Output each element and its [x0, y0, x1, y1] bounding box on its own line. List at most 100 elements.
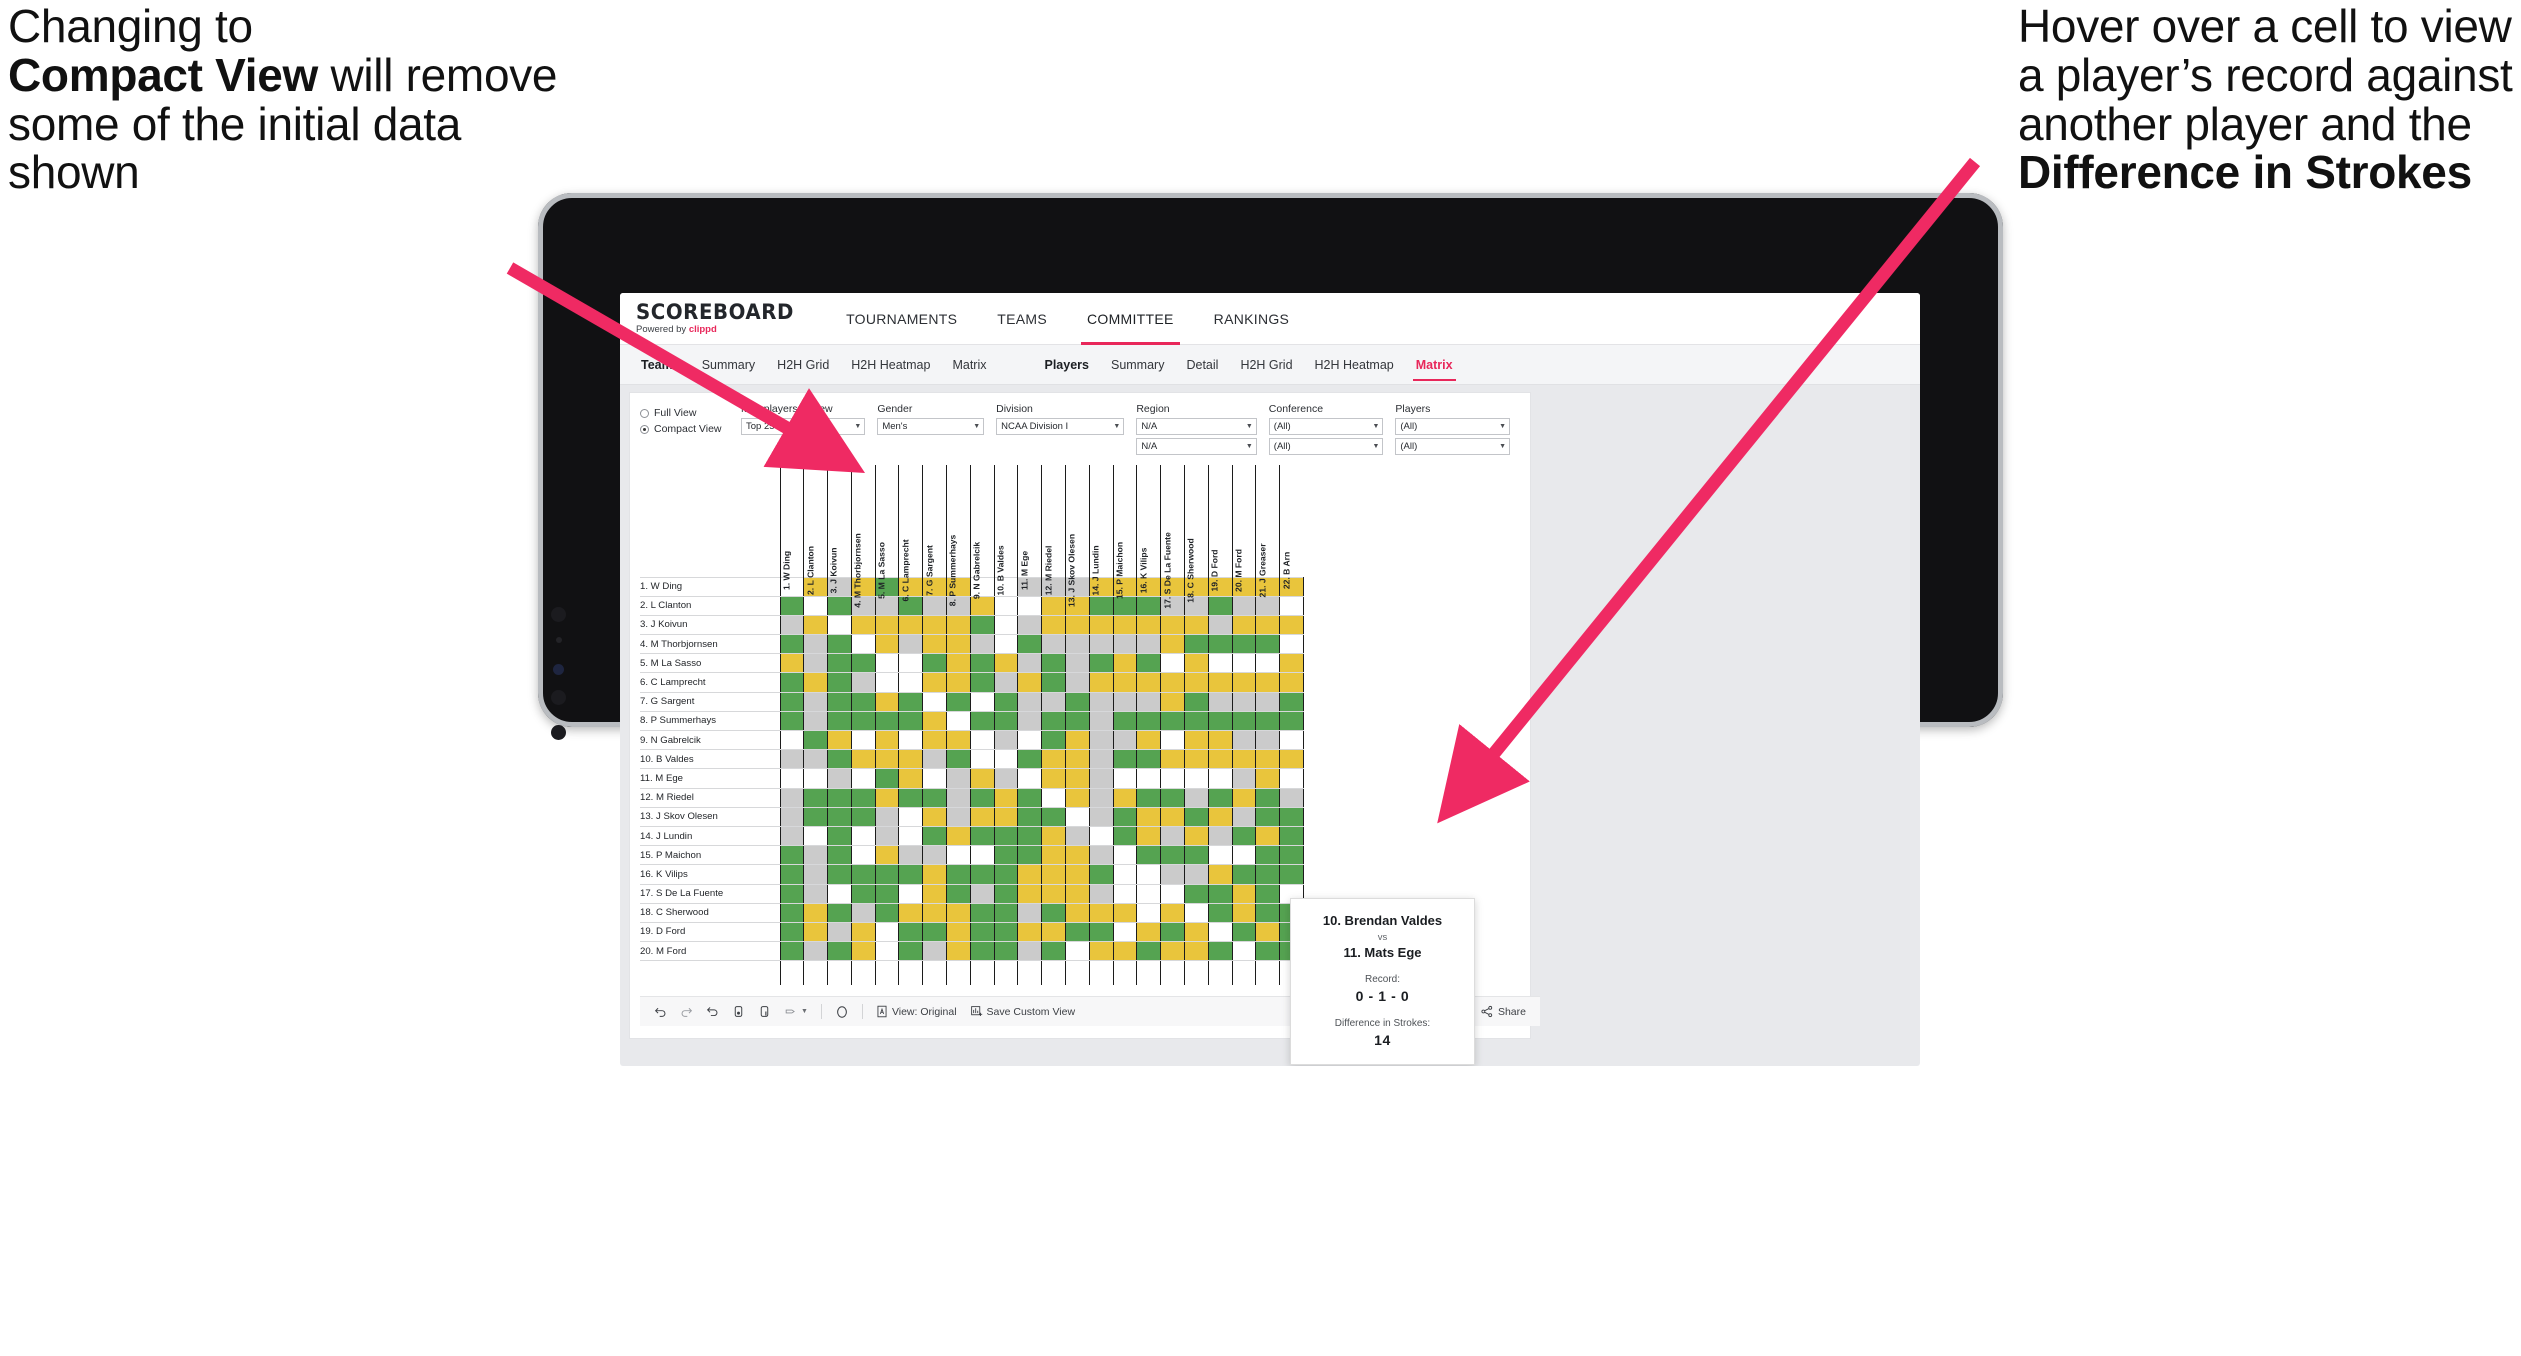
matrix-cell[interactable]: [1255, 653, 1280, 674]
matrix-cell[interactable]: [1184, 653, 1209, 674]
filter-region-select-2[interactable]: N/A ▼: [1136, 438, 1257, 455]
matrix-cell[interactable]: [874, 691, 899, 712]
matrix-cell[interactable]: [779, 729, 804, 751]
matrix-cell[interactable]: [1088, 902, 1114, 923]
matrix-cell[interactable]: [1041, 691, 1066, 712]
matrix-cell[interactable]: [1207, 768, 1233, 789]
matrix-cell[interactable]: [1136, 864, 1161, 885]
matrix-cell[interactable]: [969, 902, 995, 923]
matrix-cell[interactable]: [1160, 883, 1185, 904]
matrix-cell[interactable]: [993, 825, 1018, 847]
matrix-row-label[interactable]: 10. B Valdes: [640, 749, 780, 770]
subnav-players-detail[interactable]: Detail: [1175, 351, 1229, 379]
matrix-cell[interactable]: [1112, 845, 1137, 866]
matrix-cell[interactable]: [1255, 614, 1280, 636]
matrix-cell[interactable]: [803, 710, 828, 732]
matrix-cell[interactable]: [922, 634, 947, 655]
matrix-cell[interactable]: [1088, 710, 1114, 732]
matrix-row-label[interactable]: 12. M Riedel: [640, 787, 780, 808]
matrix-cell[interactable]: [993, 787, 1018, 808]
matrix-col-header[interactable]: 2. L Clanton: [803, 465, 828, 595]
matrix-cell[interactable]: [1065, 749, 1090, 770]
matrix-cell[interactable]: [1017, 749, 1042, 770]
matrix-cell[interactable]: [1184, 864, 1209, 885]
matrix-cell[interactable]: [803, 653, 828, 674]
matrix-cell[interactable]: [827, 672, 852, 693]
matrix-cell[interactable]: [1017, 691, 1042, 712]
matrix-cell[interactable]: [946, 710, 971, 732]
matrix-cell[interactable]: [1017, 634, 1042, 655]
matrix-cell[interactable]: [898, 921, 923, 943]
matrix-cell[interactable]: [827, 614, 852, 636]
matrix-cell[interactable]: [898, 768, 923, 789]
matrix-cell[interactable]: [850, 768, 876, 789]
filter-region-select[interactable]: N/A ▼: [1136, 418, 1257, 435]
subnav-teams-h2h-heatmap[interactable]: H2H Heatmap: [840, 351, 941, 379]
matrix-cell[interactable]: [1184, 806, 1209, 827]
matrix-cell[interactable]: [827, 825, 852, 847]
matrix-cell[interactable]: [827, 902, 852, 923]
matrix-cell[interactable]: [922, 806, 947, 827]
matrix-cell[interactable]: [1017, 864, 1042, 885]
matrix-cell[interactable]: [1041, 902, 1066, 923]
matrix-cell[interactable]: [827, 729, 852, 751]
matrix-cell[interactable]: [1112, 883, 1137, 904]
matrix-cell[interactable]: [1279, 614, 1305, 636]
matrix-cell[interactable]: [1231, 825, 1256, 847]
matrix-cell[interactable]: [1184, 921, 1209, 943]
matrix-cell[interactable]: [1207, 729, 1233, 751]
matrix-cell[interactable]: [946, 883, 971, 904]
matrix-cell[interactable]: [1017, 614, 1042, 636]
matrix-cell[interactable]: [1017, 729, 1042, 751]
matrix-cell[interactable]: [946, 845, 971, 866]
matrix-cell[interactable]: [1017, 768, 1042, 789]
matrix-cell[interactable]: [1112, 614, 1137, 636]
matrix-cell[interactable]: [1255, 845, 1280, 866]
matrix-cell[interactable]: [1017, 941, 1042, 962]
matrix-cell[interactable]: [779, 921, 804, 943]
undo-button[interactable]: [654, 1005, 667, 1018]
matrix-cell[interactable]: [969, 653, 995, 674]
matrix-cell[interactable]: [1207, 941, 1233, 962]
matrix-cell[interactable]: [993, 595, 1018, 616]
matrix-cell[interactable]: [1279, 729, 1305, 751]
matrix-cell[interactable]: [1184, 883, 1209, 904]
matrix-cell[interactable]: [993, 614, 1018, 636]
matrix-cell[interactable]: [827, 710, 852, 732]
matrix-cell[interactable]: [874, 710, 899, 732]
matrix-cell[interactable]: [969, 806, 995, 827]
matrix-cell[interactable]: [969, 845, 995, 866]
matrix-col-header[interactable]: 14. J Lundin: [1088, 465, 1114, 596]
matrix-cell[interactable]: [922, 941, 947, 962]
matrix-cell[interactable]: [850, 710, 876, 732]
matrix-cell[interactable]: [1160, 710, 1185, 732]
matrix-cell[interactable]: [1136, 787, 1161, 808]
matrix-cell[interactable]: [1160, 902, 1185, 923]
matrix-cell[interactable]: [850, 672, 876, 693]
matrix-cell[interactable]: [1160, 614, 1185, 636]
share-button[interactable]: Share: [1480, 1005, 1526, 1018]
matrix-cell[interactable]: [1231, 595, 1256, 616]
matrix-cell[interactable]: [803, 634, 828, 655]
matrix-cell[interactable]: [874, 883, 899, 904]
matrix-cell[interactable]: [1160, 653, 1185, 674]
matrix-cell[interactable]: [993, 634, 1018, 655]
matrix-col-header[interactable]: 13. J Skov Olesen: [1065, 465, 1090, 607]
matrix-cell[interactable]: [1112, 864, 1137, 885]
matrix-cell[interactable]: [898, 825, 923, 847]
matrix-cell[interactable]: [1231, 941, 1256, 962]
matrix-cell[interactable]: [850, 883, 876, 904]
matrix-row-label[interactable]: 13. J Skov Olesen: [640, 806, 780, 827]
matrix-cell[interactable]: [1160, 749, 1185, 770]
matrix-cell[interactable]: [850, 806, 876, 827]
subnav-teams-matrix[interactable]: Matrix: [941, 351, 997, 379]
matrix-cell[interactable]: [1255, 672, 1280, 693]
matrix-cell[interactable]: [1160, 672, 1185, 693]
filter-gender-select[interactable]: Men's ▼: [877, 418, 985, 435]
matrix-cell[interactable]: [850, 614, 876, 636]
matrix-cell[interactable]: [922, 653, 947, 674]
matrix-cell[interactable]: [827, 691, 852, 712]
matrix-cell[interactable]: [898, 864, 923, 885]
matrix-cell[interactable]: [993, 768, 1018, 789]
matrix-cell[interactable]: [1088, 921, 1114, 943]
